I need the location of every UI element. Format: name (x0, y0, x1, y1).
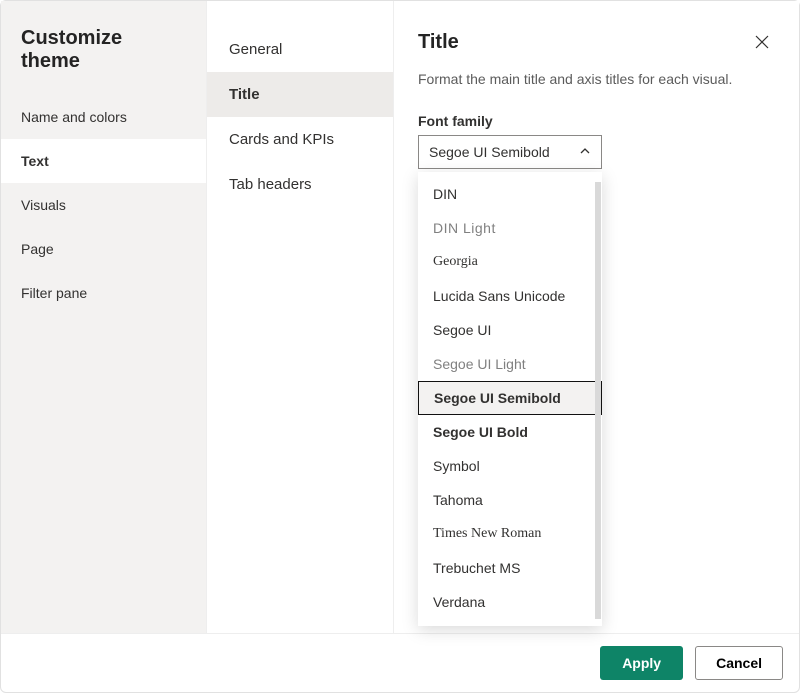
subnav-item-title[interactable]: Title (207, 72, 393, 117)
apply-button[interactable]: Apply (600, 646, 683, 680)
pane-description: Format the main title and axis titles fo… (418, 71, 775, 87)
font-option-verdana[interactable]: Verdana (419, 585, 601, 619)
nav-item-name-and-colors[interactable]: Name and colors (1, 95, 206, 139)
close-button[interactable] (749, 29, 775, 55)
settings-pane: Title Format the main title and axis tit… (393, 1, 799, 633)
font-option-trebuchet-ms[interactable]: Trebuchet MS (419, 551, 601, 585)
font-option-lucida-sans-unicode[interactable]: Lucida Sans Unicode (419, 279, 601, 313)
primary-nav: Customize theme Name and colorsTextVisua… (1, 1, 207, 633)
nav-item-visuals[interactable]: Visuals (1, 183, 206, 227)
font-option-tahoma[interactable]: Tahoma (419, 483, 601, 517)
subnav-item-tab-headers[interactable]: Tab headers (207, 162, 393, 207)
font-option-din-light[interactable]: DIN Light (419, 211, 601, 245)
cancel-button[interactable]: Cancel (695, 646, 783, 680)
subnav-item-cards-and-kpis[interactable]: Cards and KPIs (207, 117, 393, 162)
font-option-times-new-roman[interactable]: Times New Roman (419, 517, 601, 551)
chevron-up-icon (579, 144, 591, 160)
dialog-title: Customize theme (1, 27, 206, 95)
font-family-selected-value: Segoe UI Semibold (429, 144, 550, 160)
font-option-symbol[interactable]: Symbol (419, 449, 601, 483)
dialog-footer: Apply Cancel (1, 633, 799, 692)
scrollbar[interactable] (595, 182, 601, 619)
font-option-segoe-ui-semibold[interactable]: Segoe UI Semibold (418, 381, 602, 415)
font-family-options-list: DINDIN LightGeorgiaLucida Sans UnicodeSe… (418, 172, 602, 626)
nav-item-page[interactable]: Page (1, 227, 206, 271)
font-family-label: Font family (418, 113, 775, 129)
font-option-segoe-ui[interactable]: Segoe UI (419, 313, 601, 347)
nav-item-text[interactable]: Text (1, 139, 206, 183)
pane-title: Title (418, 31, 459, 54)
font-option-segoe-ui-bold[interactable]: Segoe UI Bold (419, 415, 601, 449)
subnav-item-general[interactable]: General (207, 27, 393, 72)
font-family-dropdown[interactable]: Segoe UI Semibold (418, 135, 602, 169)
font-option-din[interactable]: DIN (419, 177, 601, 211)
font-option-segoe-ui-light[interactable]: Segoe UI Light (419, 347, 601, 381)
secondary-nav: GeneralTitleCards and KPIsTab headers (207, 1, 393, 633)
font-option-georgia[interactable]: Georgia (419, 245, 601, 279)
close-icon (755, 35, 769, 49)
nav-item-filter-pane[interactable]: Filter pane (1, 271, 206, 315)
